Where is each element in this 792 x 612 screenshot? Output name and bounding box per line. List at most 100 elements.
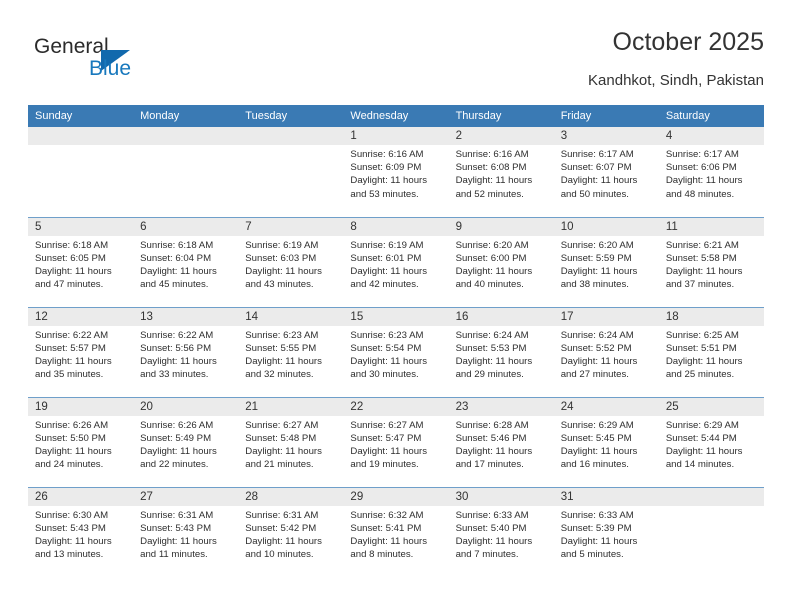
sunset-time: Sunset: 6:09 PM (350, 162, 422, 174)
daylight-duration-line2: and 22 minutes. (140, 459, 209, 471)
sunrise-time: Sunrise: 6:21 AM (665, 239, 739, 251)
sunset-time: Sunset: 5:39 PM (560, 522, 632, 534)
calendar-day-cell[interactable]: 16 Sunrise: 6:24 AM Sunset: 5:53 PM Dayligh… (448, 306, 554, 397)
sunset-time: Sunset: 6:08 PM (455, 162, 527, 174)
calendar-day-cell[interactable]: 30 Sunrise: 6:33 AM Sunset: 5:40 PM Dayligh… (448, 486, 554, 577)
day-number: 14 (238, 307, 344, 326)
day-details: Sunrise: 6:16 AM Sunset: 6:08 PM Daylight:… (449, 145, 554, 201)
sunset-time: Sunset: 5:41 PM (350, 522, 422, 534)
daylight-duration-line2: and 50 minutes. (560, 188, 629, 200)
calendar-day-cell[interactable]: 25 Sunrise: 6:29 AM Sunset: 5:44 PM Dayligh… (658, 396, 764, 487)
sunset-time: Sunset: 5:58 PM (665, 252, 737, 264)
calendar-day-cell[interactable]: 24 Sunrise: 6:29 AM Sunset: 5:45 PM Dayligh… (553, 396, 659, 487)
daylight-duration-line1: Daylight: 11 hours (455, 265, 533, 277)
day-number (238, 127, 344, 145)
sunrise-time: Sunrise: 6:29 AM (560, 419, 634, 431)
day-details: Sunrise: 6:33 AM Sunset: 5:40 PM Daylight:… (449, 506, 554, 562)
daylight-duration-line1: Daylight: 11 hours (35, 265, 112, 277)
daylight-duration-line2: and 47 minutes. (35, 279, 104, 291)
daylight-duration-line2: and 13 minutes. (35, 549, 104, 561)
calendar-day-cell[interactable]: 15 Sunrise: 6:23 AM Sunset: 5:54 PM Dayligh… (343, 306, 449, 397)
weekday-header-wednesday: Wednesday (343, 105, 449, 127)
calendar-week-row: 12 Sunrise: 6:22 AM Sunset: 5:57 PM Dayligh… (28, 306, 764, 397)
sunset-time: Sunset: 5:57 PM (35, 342, 106, 354)
calendar-day-cell[interactable]: 29 Sunrise: 6:32 AM Sunset: 5:41 PM Dayligh… (343, 486, 449, 577)
calendar-day-cell[interactable]: 3 Sunrise: 6:17 AM Sunset: 6:07 PM Daylight… (553, 127, 659, 217)
day-number: 2 (448, 127, 554, 145)
calendar-day-cell[interactable]: 18 Sunrise: 6:25 AM Sunset: 5:51 PM Dayligh… (658, 306, 764, 397)
day-details: Sunrise: 6:33 AM Sunset: 5:39 PM Daylight:… (554, 506, 659, 562)
weekday-header-friday: Friday (553, 105, 659, 127)
daylight-duration-line1: Daylight: 11 hours (455, 535, 533, 547)
sunrise-time: Sunrise: 6:17 AM (665, 149, 739, 160)
calendar-day-cell[interactable]: 20 Sunrise: 6:26 AM Sunset: 5:49 PM Dayligh… (133, 396, 239, 487)
day-details: Sunrise: 6:21 AM Sunset: 5:58 PM Daylight:… (659, 236, 764, 292)
daylight-duration-line2: and 17 minutes. (455, 459, 524, 471)
calendar-day-cell[interactable]: 22 Sunrise: 6:27 AM Sunset: 5:47 PM Dayligh… (343, 396, 449, 487)
sunset-time: Sunset: 5:59 PM (560, 252, 632, 264)
weekday-header-saturday: Saturday (658, 105, 764, 127)
sunrise-sunset-calendar: Sunday Monday Tuesday Wednesday Thursday… (28, 105, 764, 577)
sunrise-time: Sunrise: 6:27 AM (350, 419, 424, 431)
calendar-day-cell[interactable]: 21 Sunrise: 6:27 AM Sunset: 5:48 PM Dayligh… (238, 396, 344, 487)
daylight-duration-line1: Daylight: 11 hours (455, 445, 533, 457)
calendar-day-cell[interactable]: 6 Sunrise: 6:18 AM Sunset: 6:04 PM Daylight… (133, 216, 239, 307)
day-number: 19 (28, 397, 134, 416)
sunrise-time: Sunrise: 6:33 AM (455, 509, 529, 521)
daylight-duration-line1: Daylight: 11 hours (350, 355, 428, 367)
day-number: 30 (448, 487, 554, 506)
calendar-day-cell[interactable]: 31 Sunrise: 6:33 AM Sunset: 5:39 PM Dayligh… (553, 486, 659, 577)
daylight-duration-line1: Daylight: 11 hours (350, 265, 428, 277)
calendar-week-row: 1 Sunrise: 6:16 AM Sunset: 6:09 PM Daylight… (28, 127, 764, 217)
calendar-day-cell[interactable]: 28 Sunrise: 6:31 AM Sunset: 5:42 PM Dayligh… (238, 486, 344, 577)
daylight-duration-line2: and 43 minutes. (245, 279, 314, 291)
daylight-duration-line1: Daylight: 11 hours (35, 535, 112, 547)
sunset-time: Sunset: 5:56 PM (140, 342, 212, 354)
calendar-day-cell[interactable]: 8 Sunrise: 6:19 AM Sunset: 6:01 PM Daylight… (343, 216, 449, 307)
calendar-day-cell[interactable]: 11 Sunrise: 6:21 AM Sunset: 5:58 PM Dayligh… (658, 216, 764, 307)
calendar-day-cell[interactable]: 5 Sunrise: 6:18 AM Sunset: 6:05 PM Daylight… (28, 216, 134, 307)
sunset-time: Sunset: 6:03 PM (245, 252, 317, 264)
sunrise-time: Sunrise: 6:19 AM (245, 239, 319, 251)
calendar-day-cell[interactable]: 13 Sunrise: 6:22 AM Sunset: 5:56 PM Dayligh… (133, 306, 239, 397)
calendar-day-cell[interactable]: 14 Sunrise: 6:23 AM Sunset: 5:55 PM Dayligh… (238, 306, 344, 397)
daylight-duration-line1: Daylight: 11 hours (665, 175, 743, 187)
day-details: Sunrise: 6:31 AM Sunset: 5:43 PM Daylight:… (133, 506, 238, 562)
page-title: October 2025 (612, 28, 765, 56)
calendar-day-cell[interactable]: 17 Sunrise: 6:24 AM Sunset: 5:52 PM Dayligh… (553, 306, 659, 397)
day-number: 11 (658, 217, 764, 236)
day-number: 15 (343, 307, 449, 326)
day-number: 8 (343, 217, 449, 236)
calendar-day-cell[interactable]: 4 Sunrise: 6:17 AM Sunset: 6:06 PM Daylight… (658, 127, 764, 217)
sunset-time: Sunset: 5:47 PM (350, 432, 422, 444)
calendar-day-cell[interactable]: 12 Sunrise: 6:22 AM Sunset: 5:57 PM Dayligh… (28, 306, 134, 397)
sunset-time: Sunset: 5:43 PM (35, 522, 106, 534)
daylight-duration-line1: Daylight: 11 hours (560, 265, 638, 277)
day-details: Sunrise: 6:30 AM Sunset: 5:43 PM Daylight:… (28, 506, 133, 562)
calendar-day-cell[interactable]: 1 Sunrise: 6:16 AM Sunset: 6:09 PM Daylight… (343, 127, 449, 217)
sunrise-time: Sunrise: 6:25 AM (665, 329, 739, 341)
day-number: 1 (343, 127, 449, 145)
daylight-duration-line1: Daylight: 11 hours (665, 265, 743, 277)
day-details: Sunrise: 6:18 AM Sunset: 6:05 PM Daylight:… (28, 236, 133, 292)
sunset-time: Sunset: 6:07 PM (560, 162, 632, 174)
calendar-day-cell[interactable]: 2 Sunrise: 6:16 AM Sunset: 6:08 PM Daylight… (448, 127, 554, 217)
sunset-time: Sunset: 5:48 PM (245, 432, 317, 444)
brand-name-blue: Blue (89, 57, 132, 80)
calendar-day-cell[interactable]: 9 Sunrise: 6:20 AM Sunset: 6:00 PM Daylight… (448, 216, 554, 307)
day-details: Sunrise: 6:22 AM Sunset: 5:56 PM Daylight:… (133, 326, 238, 382)
calendar-day-cell[interactable]: 26 Sunrise: 6:30 AM Sunset: 5:43 PM Dayligh… (28, 486, 134, 577)
calendar-day-cell[interactable]: 19 Sunrise: 6:26 AM Sunset: 5:50 PM Dayligh… (28, 396, 134, 487)
day-details: Sunrise: 6:29 AM Sunset: 5:45 PM Daylight:… (554, 416, 659, 472)
calendar-day-cell[interactable]: 10 Sunrise: 6:20 AM Sunset: 5:59 PM Dayligh… (553, 216, 659, 307)
calendar-day-cell[interactable]: 7 Sunrise: 6:19 AM Sunset: 6:03 PM Daylight… (238, 216, 344, 307)
brand-logo[interactable]: General Blue (28, 34, 248, 90)
calendar-day-cell[interactable]: 23 Sunrise: 6:28 AM Sunset: 5:46 PM Dayligh… (448, 396, 554, 487)
sunrise-time: Sunrise: 6:24 AM (560, 329, 634, 341)
sunrise-time: Sunrise: 6:19 AM (350, 239, 424, 251)
sunrise-time: Sunrise: 6:20 AM (560, 239, 634, 251)
calendar-day-cell[interactable]: 27 Sunrise: 6:31 AM Sunset: 5:43 PM Dayligh… (133, 486, 239, 577)
sunrise-time: Sunrise: 6:23 AM (350, 329, 424, 341)
sunset-time: Sunset: 6:04 PM (140, 252, 212, 264)
day-number: 13 (133, 307, 239, 326)
